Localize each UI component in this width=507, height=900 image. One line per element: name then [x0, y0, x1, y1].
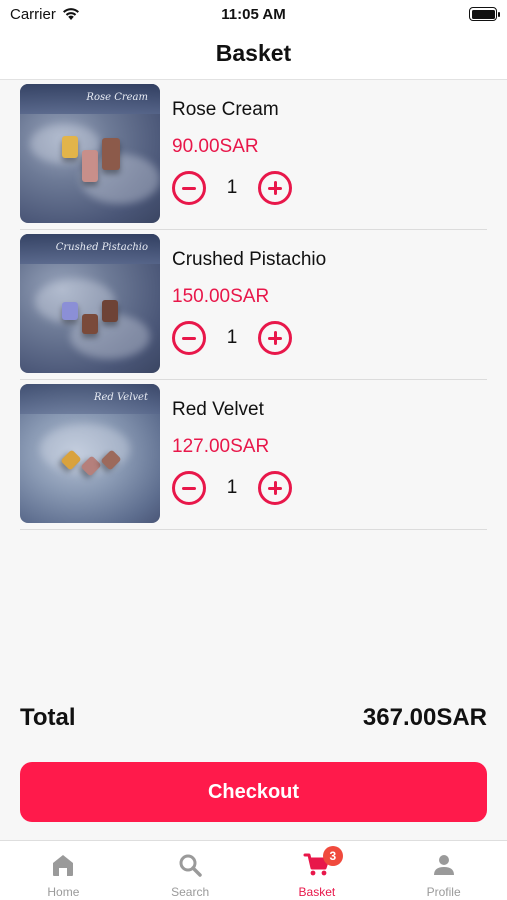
increase-quantity-button[interactable]: [258, 321, 292, 355]
search-icon: [179, 854, 202, 877]
product-image-caption: Red Velvet: [93, 392, 148, 403]
product-price: 127.00SAR: [172, 436, 270, 457]
minus-icon: [182, 486, 196, 490]
quantity-value: 1: [226, 327, 238, 348]
decrease-quantity-button[interactable]: [172, 321, 206, 355]
basket-item: Red Velvet Red Velvet 127.00SAR 1: [20, 380, 487, 530]
quantity-value: 1: [226, 177, 238, 198]
product-price: 90.00SAR: [172, 136, 259, 157]
quantity-stepper: 1: [172, 321, 292, 355]
battery-icon: [469, 7, 500, 21]
status-bar: Carrier 11:05 AM: [0, 0, 507, 28]
checkout-button[interactable]: Checkout: [20, 762, 487, 822]
total-row: Total 367.00SAR: [20, 704, 487, 732]
basket-item: Crushed Pistachio Crushed Pistachio 150.…: [20, 230, 487, 380]
status-left: Carrier: [10, 6, 80, 23]
quantity-value: 1: [226, 477, 238, 498]
total-value: 367.00SAR: [362, 704, 487, 731]
quantity-stepper: 1: [172, 471, 292, 505]
product-price: 150.00SAR: [172, 286, 270, 307]
page-title: Basket: [215, 40, 292, 66]
decrease-quantity-button[interactable]: [172, 471, 206, 505]
total-label: Total: [20, 704, 76, 731]
decrease-quantity-button[interactable]: [172, 171, 206, 205]
wifi-icon: [62, 8, 79, 20]
cart-count-badge: 3: [322, 846, 343, 866]
tab-label: Profile: [426, 885, 461, 899]
person-icon: [433, 855, 454, 875]
product-image: Crushed Pistachio: [20, 234, 160, 373]
nav-header: Basket: [0, 28, 507, 80]
tab-profile[interactable]: Profile: [380, 841, 507, 900]
product-name: Crushed Pistachio: [172, 249, 327, 270]
product-image: Red Velvet: [20, 384, 160, 523]
tab-bar: Home Search 3 Basket Profile: [0, 840, 507, 900]
home-icon: [53, 855, 74, 876]
product-image-caption: Crushed Pistachio: [55, 242, 148, 253]
product-name: Red Velvet: [172, 399, 264, 420]
tab-label: Basket: [298, 885, 336, 899]
quantity-stepper: 1: [172, 171, 292, 205]
minus-icon: [182, 186, 196, 190]
basket-item: Rose Cream Rose Cream 90.00SAR 1: [20, 80, 487, 230]
tab-basket[interactable]: 3 Basket: [254, 841, 381, 900]
tab-label: Search: [171, 885, 210, 899]
product-name: Rose Cream: [172, 99, 279, 120]
basket-list: Rose Cream Rose Cream 90.00SAR 1 Crushed…: [20, 80, 487, 530]
increase-quantity-button[interactable]: [258, 471, 292, 505]
product-image-caption: Rose Cream: [86, 92, 148, 103]
product-image: Rose Cream: [20, 84, 160, 223]
tab-search[interactable]: Search: [127, 841, 254, 900]
tab-label: Home: [47, 885, 80, 899]
tab-home[interactable]: Home: [0, 841, 127, 900]
carrier-label: Carrier: [10, 5, 56, 23]
increase-quantity-button[interactable]: [258, 171, 292, 205]
minus-icon: [182, 336, 196, 340]
